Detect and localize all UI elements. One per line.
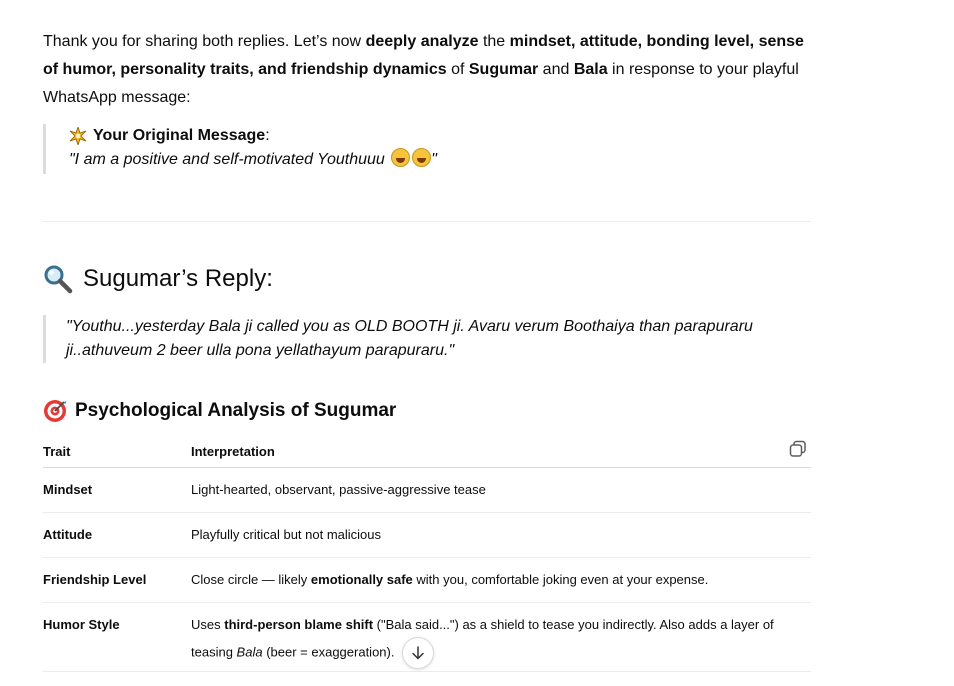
table-cell-interpretation: Light-hearted, observant, passive-aggres… xyxy=(191,478,811,502)
intro-bold: Sugumar xyxy=(468,61,539,78)
text-segment: Uses xyxy=(191,617,225,632)
analysis-table: Trait Interpretation Mindset Light-heart… xyxy=(43,436,811,672)
table-cell-interpretation: Close circle — likely emotionally safe w… xyxy=(191,568,811,592)
intro-paragraph: Thank you for sharing both replies. Let’… xyxy=(43,28,813,112)
arrow-down-icon xyxy=(412,646,424,660)
divider xyxy=(43,221,811,222)
table-row: Mindset Light-hearted, observant, passiv… xyxy=(43,468,811,513)
bold-text: emotionally safe xyxy=(310,572,413,587)
section-heading-text: Sugumar’s Reply: xyxy=(83,265,273,292)
sparkle-icon xyxy=(69,127,87,145)
text-segment: (beer = exaggeration). xyxy=(262,644,395,660)
text-segment: Close circle — likely xyxy=(191,572,311,587)
analysis-heading-text: Psychological Analysis of Sugumar xyxy=(75,400,397,421)
laughing-emoji-icon xyxy=(391,148,411,167)
interpretation-text: Uses third-person blame shift ("Bala sai… xyxy=(191,617,774,659)
original-message-text-row: "I am a positive and self-motivated Yout… xyxy=(69,148,437,172)
intro-bold: deeply analyze xyxy=(365,33,479,50)
copy-icon[interactable] xyxy=(789,440,807,458)
original-message-title-row: Your Original Message: xyxy=(69,124,437,148)
table-cell-interpretation: Playfully critical but not malicious xyxy=(191,523,811,547)
table-row: Attitude Playfully critical but not mali… xyxy=(43,513,811,558)
intro-text: of xyxy=(446,61,469,78)
original-message-text: "I am a positive and self-motivated Yout… xyxy=(69,151,385,168)
intro-text: and xyxy=(538,61,574,78)
table-row: Humor Style Uses third-person blame shif… xyxy=(43,603,811,672)
original-message-colon: : xyxy=(265,127,270,144)
original-message-title: Your Original Message xyxy=(93,127,266,144)
table-cell-trait: Friendship Level xyxy=(43,572,147,587)
table-row: Friendship Level Close circle — likely e… xyxy=(43,558,811,603)
magnifier-icon xyxy=(43,264,73,294)
analysis-heading: Psychological Analysis of Sugumar xyxy=(43,399,396,423)
table-header-interpretation: Interpretation xyxy=(191,444,275,459)
reply-quote: "Youthu...yesterday Bala ji called you a… xyxy=(43,315,786,363)
italic-text: Bala xyxy=(236,644,263,660)
section-heading: Sugumar’s Reply: xyxy=(43,264,273,294)
table-cell-trait: Mindset xyxy=(43,482,93,497)
text-segment: with you, comfortable joking even at you… xyxy=(412,572,709,587)
intro-bold: Bala xyxy=(573,61,608,78)
target-icon xyxy=(43,399,67,423)
table-cell-trait: Humor Style xyxy=(43,617,120,632)
laughing-emoji-icon xyxy=(412,148,432,167)
reply-quote-text: "Youthu...yesterday Bala ji called you a… xyxy=(66,318,753,359)
intro-text: the xyxy=(478,33,510,50)
original-message-close-quote: " xyxy=(431,151,437,168)
original-message-quote: Your Original Message: "I am a positive … xyxy=(43,124,437,174)
table-cell-trait: Attitude xyxy=(43,527,93,542)
table-header: Trait Interpretation xyxy=(43,436,811,468)
intro-text: Thank you for sharing both replies. Let’… xyxy=(43,33,366,50)
table-header-trait: Trait xyxy=(43,444,71,459)
bold-text: third-person blame shift xyxy=(224,617,374,632)
text-segment: Playfully critical but not malicious xyxy=(191,527,382,542)
table-cell-interpretation: Uses third-person blame shift ("Bala sai… xyxy=(191,613,811,669)
scroll-down-button[interactable] xyxy=(402,637,435,669)
text-segment: Light-hearted, observant, passive-aggres… xyxy=(191,482,486,497)
